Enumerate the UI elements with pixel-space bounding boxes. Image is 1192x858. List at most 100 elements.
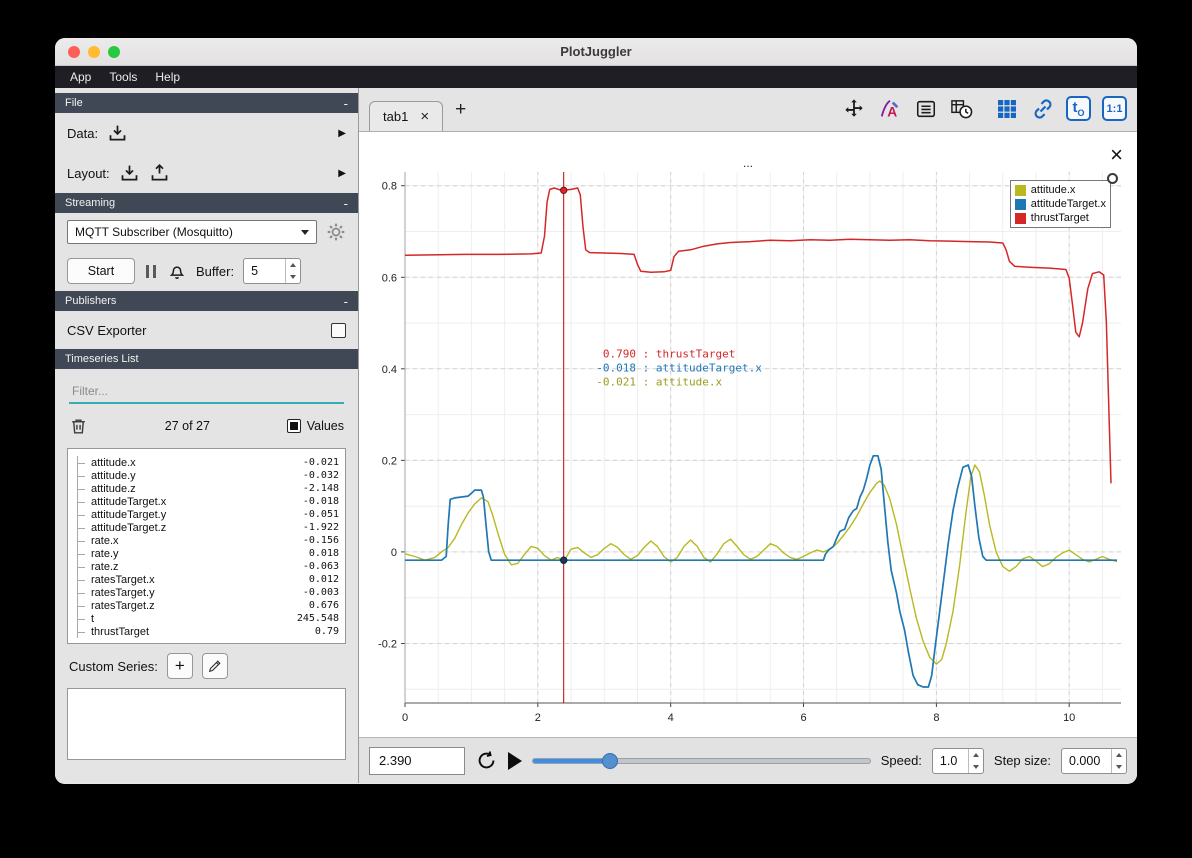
custom-series-row: Custom Series: + xyxy=(55,644,358,688)
link-axes-icon[interactable] xyxy=(1030,96,1055,121)
timeseries-item[interactable]: attitudeTarget.y -0.051 xyxy=(72,508,339,521)
edit-custom-series-button[interactable] xyxy=(201,653,228,679)
speed-spin-arrows[interactable] xyxy=(967,748,983,773)
data-label: Data: xyxy=(67,125,99,141)
close-plot-icon[interactable]: × xyxy=(1110,144,1123,166)
publishers-section-header[interactable]: Publishers - xyxy=(55,291,358,311)
filter-input[interactable] xyxy=(69,380,344,404)
svg-text:-0.018 : attitudeTarget.x: -0.018 : attitudeTarget.x xyxy=(596,361,762,374)
timeseries-item[interactable]: t 245.548 xyxy=(72,612,339,625)
streaming-controls-row: Start Buffer: 5 xyxy=(55,251,358,291)
tree-branch-icon xyxy=(77,456,88,469)
spin-down-icon[interactable] xyxy=(286,271,300,283)
tree-branch-icon xyxy=(77,521,88,534)
grid-layout-icon[interactable] xyxy=(994,96,1019,121)
tree-branch-icon xyxy=(77,625,88,638)
timeseries-value: 0.676 xyxy=(308,600,339,611)
slider-fill xyxy=(533,758,611,763)
menu-app[interactable]: App xyxy=(61,68,100,86)
close-tab-icon[interactable]: × xyxy=(420,109,429,124)
legend-handle-icon[interactable] xyxy=(1107,173,1118,184)
timeseries-item[interactable]: attitudeTarget.z -1.922 xyxy=(72,521,339,534)
traffic-lights xyxy=(68,38,120,65)
svg-text:0: 0 xyxy=(391,547,397,559)
playback-time-field[interactable]: 2.390 xyxy=(369,746,465,775)
timeseries-list[interactable]: attitude.x -0.021 attitude.y -0.032 attitude… xyxy=(67,448,346,644)
streaming-settings-gear-icon[interactable] xyxy=(326,222,346,242)
add-custom-series-button[interactable]: + xyxy=(166,653,193,679)
delete-series-trash-icon[interactable] xyxy=(69,417,88,436)
csv-exporter-checkbox[interactable] xyxy=(331,322,346,338)
timeseries-item[interactable]: ratesTarget.x 0.012 xyxy=(72,573,339,586)
slider-handle[interactable] xyxy=(601,752,618,769)
zoom-window-button[interactable] xyxy=(108,45,120,58)
spin-up-icon[interactable] xyxy=(286,259,300,271)
timeseries-item[interactable]: rate.y 0.018 xyxy=(72,547,339,560)
save-layout-icon[interactable] xyxy=(149,163,170,184)
collapse-streaming-icon[interactable]: - xyxy=(344,197,348,210)
timeseries-name: rate.x xyxy=(91,534,119,547)
curve-style-icon[interactable]: A xyxy=(877,96,902,121)
tab-tab1[interactable]: tab1 × xyxy=(369,101,444,131)
menu-help[interactable]: Help xyxy=(146,68,189,86)
step-spin-arrows[interactable] xyxy=(1111,748,1126,773)
timeseries-item[interactable]: rate.x -0.156 xyxy=(72,534,339,547)
timeseries-item[interactable]: attitude.x -0.021 xyxy=(72,456,339,469)
legend-list-icon[interactable] xyxy=(913,96,938,121)
data-menu-arrow-icon[interactable]: ▶ xyxy=(338,128,346,139)
svg-text:0: 0 xyxy=(402,712,408,724)
custom-series-list[interactable] xyxy=(67,688,346,760)
loop-icon[interactable] xyxy=(475,749,498,772)
pause-icon[interactable] xyxy=(144,264,158,278)
plotjuggler-window: PlotJuggler App Tools Help File - Data: ▶ … xyxy=(55,38,1137,784)
speed-value: 1.0 xyxy=(939,753,958,768)
t0-offset-button[interactable]: tO xyxy=(1066,96,1091,121)
minimize-window-button[interactable] xyxy=(88,45,100,58)
playback-slider[interactable] xyxy=(532,751,871,771)
timeseries-item[interactable]: thrustTarget 0.79 xyxy=(72,625,339,638)
data-row: Data: ▶ xyxy=(55,113,358,153)
legend-entry[interactable]: thrustTarget xyxy=(1014,211,1106,225)
timeseries-section-header[interactable]: Timeseries List xyxy=(55,349,358,369)
time-tracker-clock-icon[interactable] xyxy=(949,96,974,121)
timeseries-item[interactable]: rate.z -0.063 xyxy=(72,560,339,573)
streaming-source-select[interactable]: MQTT Subscriber (Mosquitto) xyxy=(67,220,317,244)
add-tab-button[interactable]: + xyxy=(443,99,478,121)
collapse-publishers-icon[interactable]: - xyxy=(344,295,348,308)
timeseries-name: attitude.y xyxy=(91,469,136,482)
streaming-section-header[interactable]: Streaming - xyxy=(55,193,358,213)
close-window-button[interactable] xyxy=(68,45,80,58)
values-checkbox[interactable]: Values xyxy=(286,419,344,433)
notifications-bell-icon[interactable] xyxy=(167,261,187,281)
timeseries-name: ratesTarget.x xyxy=(91,573,155,586)
speed-spinbox[interactable]: 1.0 xyxy=(931,747,984,774)
step-size-spinbox[interactable]: 0.000 xyxy=(1061,747,1127,774)
svg-text:0.4: 0.4 xyxy=(382,364,397,376)
streaming-source-value: MQTT Subscriber (Mosquitto) xyxy=(75,225,233,239)
zoom-1-1-button[interactable]: 1:1 xyxy=(1102,96,1127,121)
menu-tools[interactable]: Tools xyxy=(100,68,146,86)
fullscreen-move-icon[interactable] xyxy=(841,96,866,121)
speed-label: Speed: xyxy=(880,753,922,768)
timeseries-item[interactable]: attitudeTarget.x -0.018 xyxy=(72,495,339,508)
legend-entry[interactable]: attitude.x xyxy=(1014,183,1106,197)
play-button[interactable] xyxy=(508,751,522,770)
buffer-spinbox[interactable]: 5 xyxy=(243,258,302,284)
start-streaming-button[interactable]: Start xyxy=(67,258,135,284)
collapse-file-icon[interactable]: - xyxy=(344,97,348,110)
layout-menu-arrow-icon[interactable]: ▶ xyxy=(338,168,346,179)
buffer-spin-arrows[interactable] xyxy=(285,259,300,283)
file-section-header[interactable]: File - xyxy=(55,93,358,113)
slider-track[interactable] xyxy=(532,757,871,764)
timeseries-item[interactable]: attitude.y -0.032 xyxy=(72,469,339,482)
timeseries-item[interactable]: ratesTarget.y -0.003 xyxy=(72,586,339,599)
timeseries-item[interactable]: attitude.z -2.148 xyxy=(72,482,339,495)
timeseries-name: t xyxy=(91,612,95,625)
timeseries-name: ratesTarget.y xyxy=(91,586,155,599)
load-layout-icon[interactable] xyxy=(119,163,140,184)
timeseries-item[interactable]: ratesTarget.z 0.676 xyxy=(72,599,339,612)
load-data-icon[interactable] xyxy=(107,123,128,144)
svg-text:0.8: 0.8 xyxy=(382,181,397,193)
legend-entry[interactable]: attitudeTarget.x xyxy=(1014,197,1106,211)
plot-legend[interactable]: attitude.x attitudeTarget.x thrustTarget xyxy=(1009,173,1118,228)
